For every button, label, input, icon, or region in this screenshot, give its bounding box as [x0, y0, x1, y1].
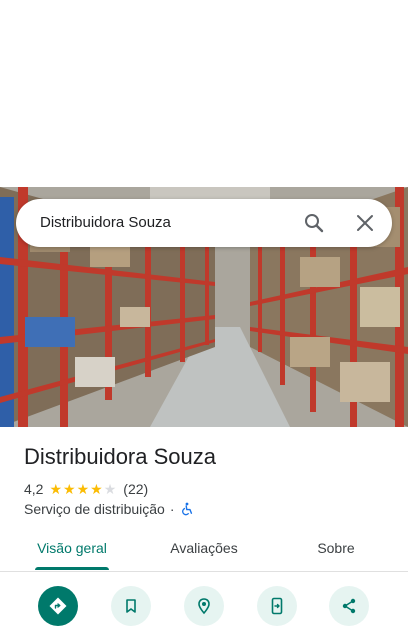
star-empty-icon: ★	[103, 481, 117, 497]
bookmark-icon	[126, 599, 136, 613]
tab-avaliacoes[interactable]: Avaliações	[156, 528, 252, 568]
wheelchair-icon	[180, 502, 194, 516]
share-icon	[342, 598, 356, 614]
star-icon: ★	[90, 481, 103, 497]
separator-dot: ·	[169, 501, 175, 517]
search-icon[interactable]	[302, 211, 326, 235]
close-icon[interactable]	[353, 211, 377, 235]
star-icon: ★	[76, 481, 90, 497]
rating-value: 4,2	[24, 481, 44, 497]
star-icon: ★	[63, 481, 76, 497]
tabs-divider	[0, 571, 408, 572]
directions-button[interactable]	[38, 586, 78, 626]
search-input[interactable]: Distribuidora Souza	[40, 199, 171, 247]
star-rating: ★ ★ ★ ★ ★	[49, 482, 117, 496]
send-to-phone-button[interactable]	[257, 586, 297, 626]
save-button[interactable]	[111, 586, 151, 626]
tab-sobre[interactable]: Sobre	[288, 528, 384, 568]
place-category: Serviço de distribuição	[24, 501, 165, 517]
review-count[interactable]: (22)	[123, 481, 148, 497]
nearby-icon	[198, 598, 210, 615]
nearby-button[interactable]	[184, 586, 224, 626]
rating-row[interactable]: 4,2 ★ ★ ★ ★ ★ (22)	[24, 480, 148, 498]
place-title: Distribuidora Souza	[24, 444, 216, 469]
map-area-blank	[0, 0, 408, 187]
share-button[interactable]	[329, 586, 369, 626]
send-to-phone-icon	[271, 597, 283, 615]
category-row: Serviço de distribuição ·	[24, 500, 194, 518]
place-tabs: Visão geral Avaliações Sobre	[0, 528, 408, 572]
tab-visao-geral[interactable]: Visão geral	[24, 528, 120, 568]
directions-icon	[49, 597, 67, 615]
active-tab-indicator	[35, 567, 109, 570]
star-icon: ★	[49, 481, 63, 497]
search-bar[interactable]: Distribuidora Souza	[16, 199, 392, 247]
